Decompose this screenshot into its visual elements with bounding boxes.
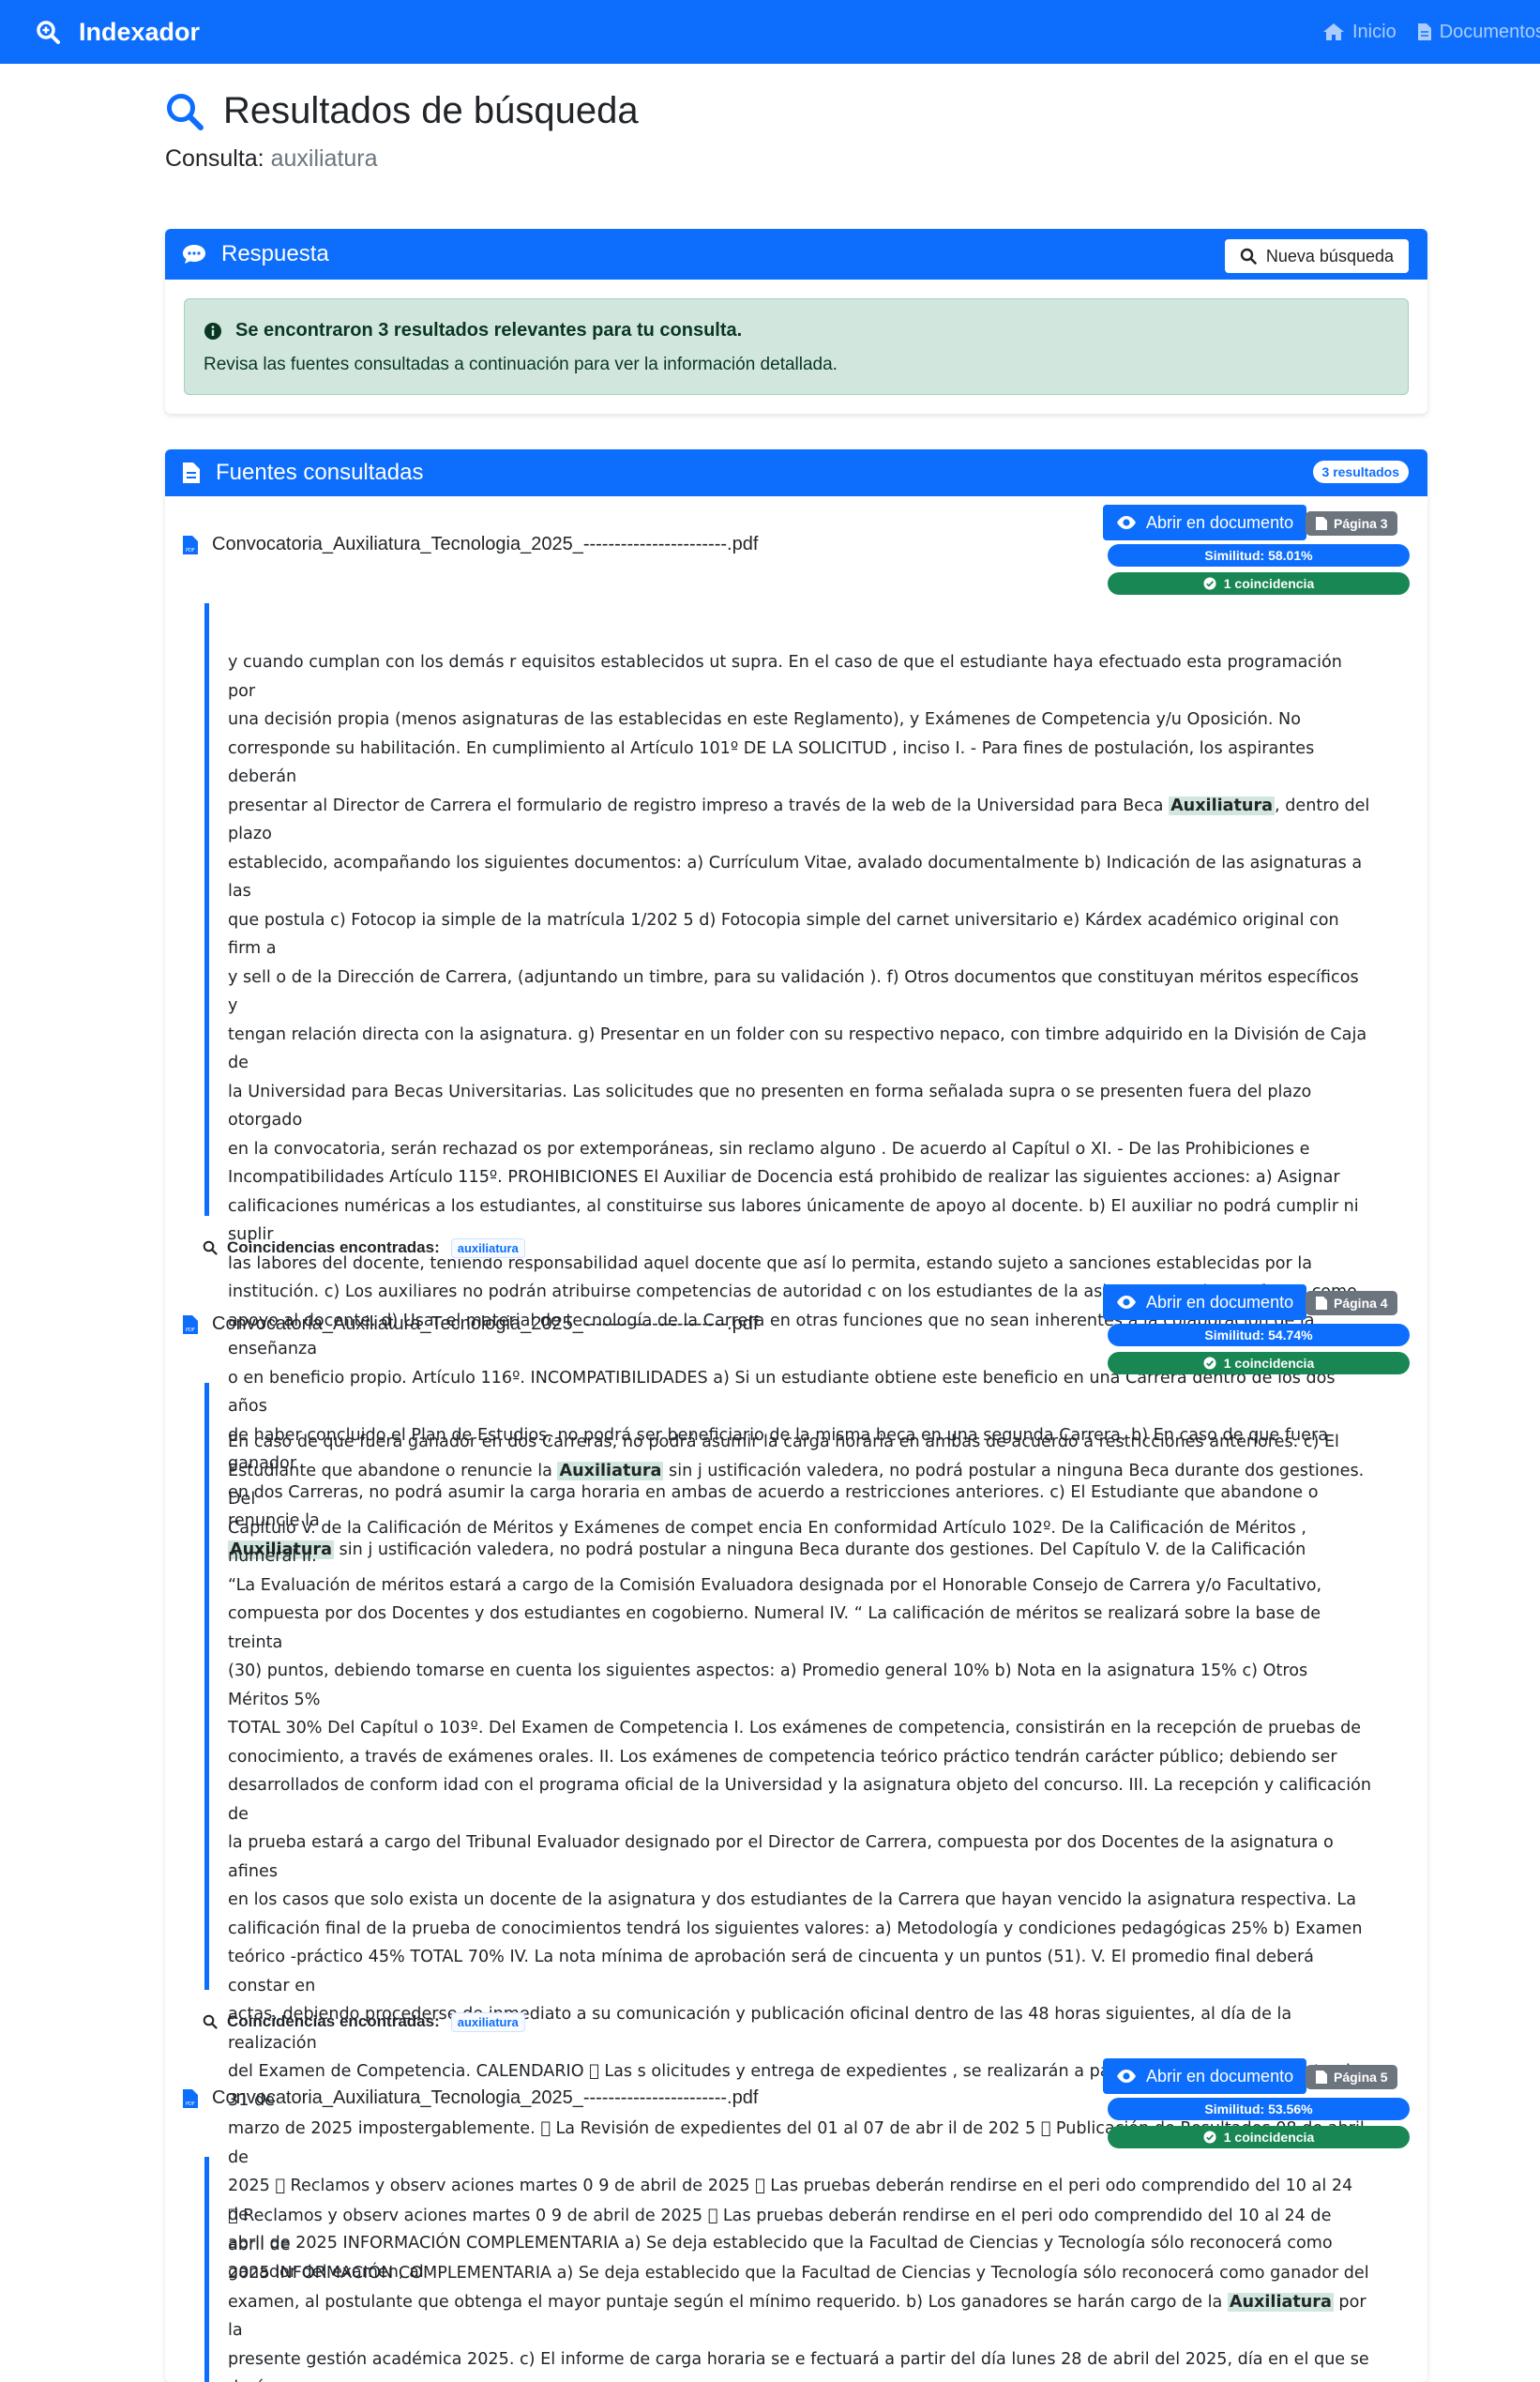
query-line: Consulta: auxiliatura: [165, 145, 639, 173]
result-item: PDF Convocatoria_Auxiliatura_Tecnologia_…: [165, 496, 1427, 1559]
response-title: Respuesta: [221, 241, 329, 266]
nav-documents-label: Documentos: [1439, 21, 1540, 42]
result-item: PDF Convocatoria_Auxiliatura_Tecnologia_…: [165, 1276, 1427, 2282]
matches-badge: 1 coincidencia: [1108, 572, 1410, 595]
file-icon: [183, 463, 200, 483]
result-item: PDF Convocatoria_Auxiliatura_Tecnologia_…: [165, 2050, 1427, 2382]
check-circle-icon: [1203, 2131, 1216, 2144]
new-search-label: Nueva búsqueda: [1265, 246, 1394, 266]
info-icon: [204, 322, 221, 340]
pdf-file-icon: PDF: [183, 1314, 198, 1334]
open-document-button[interactable]: Abrir en documento: [1103, 505, 1307, 540]
nav-links: Inicio Documentos: [1322, 0, 1540, 64]
search-icon: [167, 93, 204, 130]
highlight: Auxiliatura: [1227, 2292, 1334, 2312]
page-header: Resultados de búsqueda Consulta: auxilia…: [165, 90, 639, 173]
matches-badge: 1 coincidencia: [1108, 1352, 1410, 1374]
response-card: Respuesta Nueva búsqueda Se encontraron …: [165, 229, 1427, 414]
svg-text:PDF: PDF: [186, 548, 195, 554]
nav-documents[interactable]: Documentos: [1417, 22, 1540, 43]
open-document-button[interactable]: Abrir en documento: [1103, 1284, 1307, 1320]
navbar: Indexador Inicio Documentos: [0, 0, 1540, 64]
nav-home-label: Inicio: [1352, 21, 1397, 42]
page-title: Resultados de búsqueda: [223, 90, 639, 131]
chat-icon: [183, 245, 205, 264]
home-icon: [1323, 23, 1344, 40]
new-search-button[interactable]: Nueva búsqueda: [1224, 239, 1409, 273]
result-excerpt:  Reclamos y observ aciones martes 0 9 d…: [204, 2157, 1409, 2382]
result-excerpt: y cuando cumplan con los demás r equisit…: [204, 603, 1409, 1559]
file-pdf-icon: [1316, 517, 1327, 530]
brand-link[interactable]: Indexador: [36, 18, 200, 47]
results-alert: Se encontraron 3 resultados relevantes p…: [184, 298, 1409, 395]
query-value: auxiliatura: [270, 145, 378, 172]
match-tag: auxiliatura: [450, 2011, 525, 2032]
svg-text:PDF: PDF: [186, 2101, 195, 2107]
eye-icon: [1117, 1296, 1136, 1309]
check-circle-icon: [1203, 1357, 1216, 1370]
similarity-badge: Similitud: 54.74%: [1108, 1324, 1410, 1346]
file-pdf-icon: [1316, 1297, 1327, 1310]
similarity-badge: Similitud: 53.56%: [1108, 2098, 1410, 2120]
alert-title: Se encontraron 3 resultados relevantes p…: [235, 320, 743, 341]
pdf-file-icon: PDF: [183, 2088, 198, 2108]
alert-body: Revisa las fuentes consultadas a continu…: [204, 355, 838, 374]
result-excerpt: En caso de que fuera ganador en dos Carr…: [204, 1383, 1409, 2282]
page-badge: Página 4: [1306, 1291, 1397, 1315]
pdf-file-icon: PDF: [183, 535, 198, 554]
match-tag: auxiliatura: [450, 1237, 525, 1258]
query-label: Consulta:: [165, 145, 264, 172]
highlight: Auxiliatura: [557, 1461, 664, 1480]
nav-home[interactable]: Inicio: [1322, 22, 1397, 43]
sources-card: Fuentes consultadas 3 resultados PDF Con…: [165, 449, 1427, 2382]
eye-icon: [1117, 2070, 1136, 2083]
sources-card-header: Fuentes consultadas 3 resultados: [165, 449, 1427, 496]
check-circle-icon: [1203, 577, 1216, 590]
matches-badge: 1 coincidencia: [1108, 2126, 1410, 2148]
page-badge: Página 5: [1306, 2065, 1397, 2089]
sources-title: Fuentes consultadas: [216, 460, 424, 485]
document-icon: [1417, 23, 1431, 40]
search-plus-icon: [37, 21, 60, 44]
brand-label: Indexador: [79, 17, 201, 46]
result-filename[interactable]: PDF Convocatoria_Auxiliatura_Tecnologia_…: [182, 534, 758, 555]
file-pdf-icon: [1316, 2071, 1327, 2084]
result-filename[interactable]: PDF Convocatoria_Auxiliatura_Tecnologia_…: [182, 2087, 758, 2109]
page-badge: Página 3: [1306, 511, 1397, 536]
results-count-badge: 3 resultados: [1312, 461, 1409, 483]
svg-text:PDF: PDF: [186, 1328, 195, 1333]
similarity-badge: Similitud: 58.01%: [1108, 544, 1410, 567]
result-filename[interactable]: PDF Convocatoria_Auxiliatura_Tecnologia_…: [182, 1313, 758, 1335]
eye-icon: [1117, 516, 1136, 529]
search-icon: [1240, 248, 1257, 265]
search-icon: [203, 2014, 218, 2029]
open-document-button[interactable]: Abrir en documento: [1103, 2058, 1307, 2094]
response-card-header: Respuesta Nueva búsqueda: [165, 229, 1427, 280]
highlight: Auxiliatura: [1169, 796, 1276, 815]
search-icon: [203, 1240, 218, 1255]
